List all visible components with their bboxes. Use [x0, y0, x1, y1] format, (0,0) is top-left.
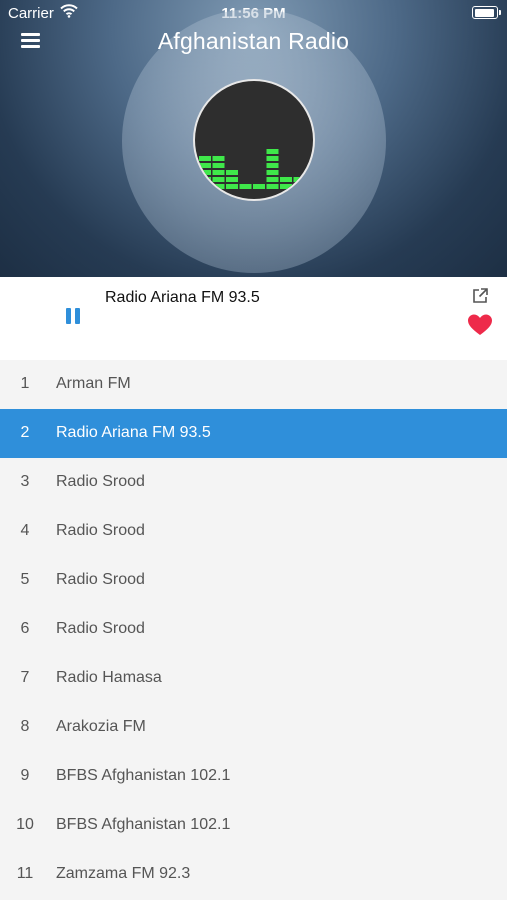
station-row[interactable]: 11 Zamzama FM 92.3	[0, 850, 507, 899]
station-name: BFBS Afghanistan 102.1	[56, 816, 231, 833]
station-number: 7	[20, 669, 30, 686]
station-name: Arman FM	[56, 375, 131, 392]
station-number: 9	[20, 767, 30, 784]
station-artwork	[193, 79, 315, 201]
station-name: Radio Ariana FM 93.5	[56, 424, 211, 441]
station-number: 6	[20, 620, 30, 637]
station-number: 11	[16, 865, 34, 882]
station-number: 5	[20, 571, 30, 588]
station-row[interactable]: 2 Radio Ariana FM 93.5	[0, 409, 507, 458]
station-name: Arakozia FM	[56, 718, 146, 735]
station-row[interactable]: 4 Radio Srood	[0, 507, 507, 556]
station-name: Radio Hamasa	[56, 669, 162, 686]
station-number: 8	[20, 718, 30, 735]
favorite-heart-icon[interactable]	[467, 313, 493, 337]
pause-button[interactable]	[64, 307, 84, 327]
station-row[interactable]: 1 Arman FM	[0, 360, 507, 409]
station-row[interactable]: 6 Radio Srood	[0, 605, 507, 654]
station-number: 2	[20, 424, 30, 441]
station-row[interactable]: 5 Radio Srood	[0, 556, 507, 605]
station-number: 4	[20, 522, 30, 539]
battery-icon	[472, 6, 501, 19]
station-name: Radio Srood	[56, 571, 145, 588]
station-row[interactable]: 8 Arakozia FM	[0, 703, 507, 752]
station-number: 1	[20, 375, 30, 392]
station-row[interactable]: 3 Radio Srood	[0, 458, 507, 507]
share-icon[interactable]	[471, 287, 489, 305]
station-list: 1 Arman FM 2 Radio Ariana FM 93.5 3 Radio Sro…	[0, 360, 507, 899]
equalizer-icon	[199, 149, 313, 189]
station-row[interactable]: 9 BFBS Afghanistan 102.1	[0, 752, 507, 801]
station-row[interactable]: 7 Radio Hamasa	[0, 654, 507, 703]
station-name: Radio Srood	[56, 620, 145, 637]
station-name: Radio Srood	[56, 522, 145, 539]
station-row[interactable]: 10 BFBS Afghanistan 102.1	[0, 801, 507, 850]
station-name: BFBS Afghanistan 102.1	[56, 767, 231, 784]
station-name: Radio Srood	[56, 473, 145, 490]
station-number: 10	[16, 816, 34, 833]
header-hero: Carrier 11:56 PM Afghanistan Radio	[0, 0, 507, 277]
now-playing-title: Radio Ariana FM 93.5	[105, 289, 260, 306]
page-title: Afghanistan Radio	[157, 28, 350, 54]
station-name: Zamzama FM 92.3	[56, 865, 191, 882]
station-number: 3	[20, 473, 30, 490]
